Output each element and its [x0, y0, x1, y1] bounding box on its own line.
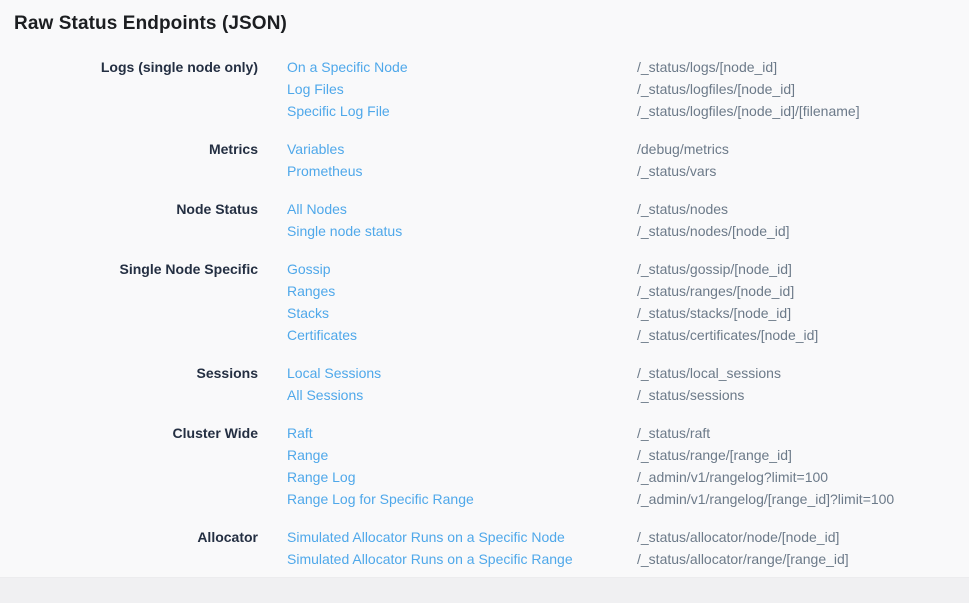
endpoint-link[interactable]: All Sessions	[287, 384, 637, 406]
footer-band	[0, 577, 969, 603]
endpoint-row: Raft/_status/raft	[287, 422, 969, 444]
endpoint-path: /_status/nodes/[node_id]	[637, 220, 790, 242]
endpoint-row: All Nodes/_status/nodes	[287, 198, 969, 220]
endpoint-link[interactable]: Single node status	[287, 220, 637, 242]
endpoint-link[interactable]: Range	[287, 444, 637, 466]
endpoint-link[interactable]: Range Log	[287, 466, 637, 488]
endpoint-row: Simulated Allocator Runs on a Specific R…	[287, 548, 969, 570]
endpoint-rows: Raft/_status/raftRange/_status/range/[ra…	[287, 422, 969, 510]
category-label: Single Node Specific	[14, 258, 258, 280]
page-title: Raw Status Endpoints (JSON)	[14, 13, 969, 35]
endpoint-row: Simulated Allocator Runs on a Specific N…	[287, 526, 969, 548]
endpoint-link[interactable]: Range Log for Specific Range	[287, 488, 637, 510]
endpoint-row: Gossip/_status/gossip/[node_id]	[287, 258, 969, 280]
endpoint-link[interactable]: Simulated Allocator Runs on a Specific N…	[287, 526, 637, 548]
endpoint-link[interactable]: On a Specific Node	[287, 56, 637, 78]
endpoint-path: /_status/local_sessions	[637, 362, 781, 384]
endpoint-link[interactable]: Log Files	[287, 78, 637, 100]
endpoint-path: /_admin/v1/rangelog?limit=100	[637, 466, 828, 488]
endpoint-path: /_status/sessions	[637, 384, 744, 406]
endpoint-path: /_status/gossip/[node_id]	[637, 258, 792, 280]
endpoint-path: /_status/allocator/range/[range_id]	[637, 548, 849, 570]
endpoint-rows: On a Specific Node/_status/logs/[node_id…	[287, 56, 969, 122]
endpoint-path: /debug/metrics	[637, 138, 729, 160]
endpoint-row: Range Log for Specific Range/_admin/v1/r…	[287, 488, 969, 510]
endpoint-path: /_status/ranges/[node_id]	[637, 280, 794, 302]
endpoint-path: /_status/certificates/[node_id]	[637, 324, 818, 346]
endpoint-section: Single Node Specific Gossip/_status/gossi…	[14, 258, 969, 346]
endpoint-link[interactable]: Local Sessions	[287, 362, 637, 384]
endpoint-row: Local Sessions/_status/local_sessions	[287, 362, 969, 384]
endpoint-row: Certificates/_status/certificates/[node_…	[287, 324, 969, 346]
endpoint-link[interactable]: Prometheus	[287, 160, 637, 182]
endpoint-row: Range/_status/range/[range_id]	[287, 444, 969, 466]
endpoint-row: Range Log/_admin/v1/rangelog?limit=100	[287, 466, 969, 488]
category-label: Cluster Wide	[14, 422, 258, 444]
endpoint-path: /_admin/v1/rangelog/[range_id]?limit=100	[637, 488, 894, 510]
endpoint-link[interactable]: Certificates	[287, 324, 637, 346]
endpoint-path: /_status/allocator/node/[node_id]	[637, 526, 839, 548]
endpoint-row: Variables/debug/metrics	[287, 138, 969, 160]
endpoint-path: /_status/vars	[637, 160, 716, 182]
endpoint-link[interactable]: Simulated Allocator Runs on a Specific R…	[287, 548, 637, 570]
endpoint-row: Ranges/_status/ranges/[node_id]	[287, 280, 969, 302]
endpoint-rows: Gossip/_status/gossip/[node_id]Ranges/_s…	[287, 258, 969, 346]
endpoint-section: Logs (single node only) On a Specific Nod…	[14, 56, 969, 122]
endpoint-rows: All Nodes/_status/nodesSingle node statu…	[287, 198, 969, 242]
endpoint-row: Stacks/_status/stacks/[node_id]	[287, 302, 969, 324]
endpoint-row: On a Specific Node/_status/logs/[node_id…	[287, 56, 969, 78]
endpoint-row: All Sessions/_status/sessions	[287, 384, 969, 406]
category-label: Logs (single node only)	[14, 56, 258, 78]
endpoint-rows: Variables/debug/metricsPrometheus/_statu…	[287, 138, 969, 182]
endpoint-section: Metrics Variables/debug/metricsPrometheus…	[14, 138, 969, 182]
raw-status-endpoints-page: Raw Status Endpoints (JSON) Logs (single…	[0, 0, 969, 577]
endpoint-row: Log Files/_status/logfiles/[node_id]	[287, 78, 969, 100]
endpoint-section: Allocator Simulated Allocator Runs on a S…	[14, 526, 969, 570]
endpoint-link[interactable]: Variables	[287, 138, 637, 160]
endpoint-row: Single node status/_status/nodes/[node_i…	[287, 220, 969, 242]
category-label: Sessions	[14, 362, 258, 384]
endpoint-row: Specific Log File/_status/logfiles/[node…	[287, 100, 969, 122]
category-label: Node Status	[14, 198, 258, 220]
endpoint-section: Cluster Wide Raft/_status/raftRange/_stat…	[14, 422, 969, 510]
endpoint-link[interactable]: Ranges	[287, 280, 637, 302]
endpoint-link[interactable]: Stacks	[287, 302, 637, 324]
endpoint-path: /_status/nodes	[637, 198, 728, 220]
endpoint-path: /_status/logs/[node_id]	[637, 56, 777, 78]
endpoint-path: /_status/range/[range_id]	[637, 444, 792, 466]
endpoint-row: Prometheus/_status/vars	[287, 160, 969, 182]
category-label: Metrics	[14, 138, 258, 160]
endpoint-path: /_status/logfiles/[node_id]/[filename]	[637, 100, 860, 122]
endpoint-link[interactable]: All Nodes	[287, 198, 637, 220]
endpoint-link[interactable]: Specific Log File	[287, 100, 637, 122]
endpoint-rows: Local Sessions/_status/local_sessionsAll…	[287, 362, 969, 406]
endpoint-section: Node Status All Nodes/_status/nodesSingle…	[14, 198, 969, 242]
endpoint-link[interactable]: Raft	[287, 422, 637, 444]
endpoint-section-list: Logs (single node only) On a Specific Nod…	[14, 56, 969, 570]
endpoint-rows: Simulated Allocator Runs on a Specific N…	[287, 526, 969, 570]
endpoint-link[interactable]: Gossip	[287, 258, 637, 280]
endpoint-path: /_status/raft	[637, 422, 710, 444]
category-label: Allocator	[14, 526, 258, 548]
endpoint-path: /_status/stacks/[node_id]	[637, 302, 791, 324]
endpoint-section: Sessions Local Sessions/_status/local_ses…	[14, 362, 969, 406]
endpoint-path: /_status/logfiles/[node_id]	[637, 78, 795, 100]
